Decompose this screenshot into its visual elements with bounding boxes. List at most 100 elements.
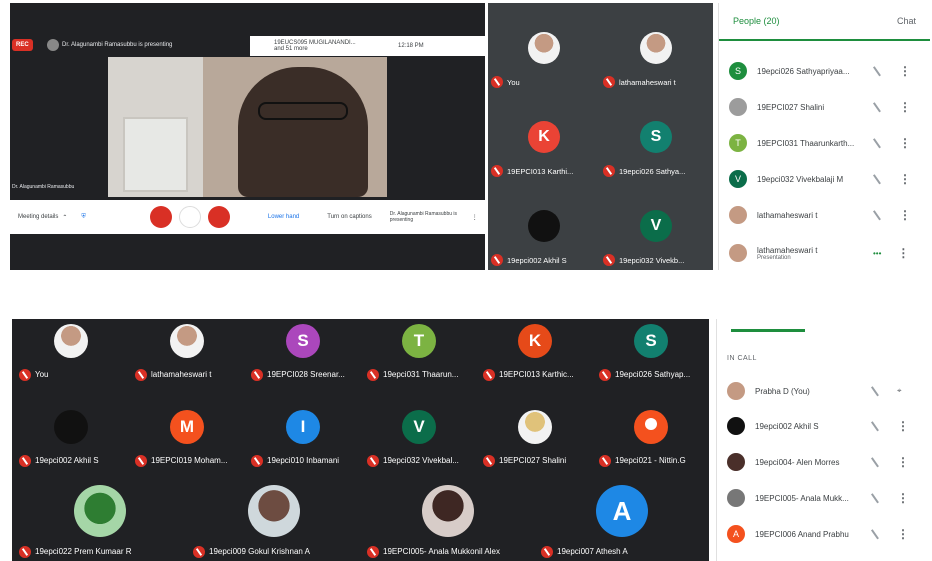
main-video [108, 57, 387, 197]
people-row[interactable]: T 19EPCI031 Thaarunkarth... ⋮ [729, 129, 925, 157]
top-status-panel: 19EUCS095 MUGILANANDI... and 51 more 12:… [250, 36, 485, 56]
camera-off-button[interactable] [207, 206, 230, 228]
participant-tile[interactable]: lathamaheswari t [600, 3, 712, 92]
avatar [727, 382, 745, 400]
people-row[interactable]: Prabha D (You) ⌖ [727, 377, 923, 405]
presenting-text: Dr. Alagunambi Ramasubbu is presenting [62, 42, 173, 48]
more-options-icon[interactable]: ⋮ [899, 208, 911, 222]
person-name: 19epci004- Alen Morres [755, 457, 840, 467]
more-options-icon[interactable]: ⋮ [899, 100, 911, 114]
people-row[interactable]: 19epci002 Akhil S ⋮ [727, 412, 923, 440]
person-name: 19EPCI031 Thaarunkarth... [757, 138, 855, 148]
top-meeting-screen: REC Dr. Alagunambi Ramasubbu is presenti… [10, 3, 485, 270]
avatar: T [729, 134, 747, 152]
participant-name: 19EPCI013 Karthic... [499, 370, 574, 379]
people-panel-top: People (20) Chat S 19epci026 Sathyapriya… [718, 3, 930, 270]
chevron-up-icon: ⌃ [62, 214, 68, 221]
person-name: 19EPCI005- Anala Mukk... [755, 493, 849, 503]
avatar: K [518, 324, 552, 358]
participant-name: 19epci009 Gokul Krishnan A [209, 547, 310, 556]
participant-tile[interactable]: K 19EPCI013 Karthi... [488, 92, 600, 181]
participant-name: lathamaheswari t [151, 370, 212, 379]
participant-tile[interactable]: lathamaheswari t [128, 319, 244, 389]
participant-tile[interactable]: S 19EPCI028 Sreenar... [244, 319, 360, 389]
people-tab-indicator [731, 329, 805, 332]
people-row[interactable]: lathamaheswari t ⋮ [729, 201, 925, 229]
presentation-indicator-icon: ••• [873, 248, 882, 258]
people-row[interactable]: lathamaheswari t Presentation ••• ⋮ [729, 236, 925, 270]
more-icon[interactable]: ⋮ [472, 214, 478, 221]
participant-tile[interactable]: 19epci009 Gokul Krishnan A [186, 477, 360, 561]
people-row[interactable]: 19epci004- Alen Morres ⋮ [727, 448, 923, 476]
avatar: K [528, 120, 560, 153]
more-options-icon[interactable]: ⋮ [897, 527, 909, 541]
lower-hand-button[interactable]: Lower hand [268, 214, 299, 220]
tab-people[interactable]: People (20) [733, 16, 780, 26]
bottom-black-area [10, 234, 485, 270]
participant-name: 19epci010 Inbamani [267, 456, 340, 465]
people-row[interactable]: V 19epci032 Vivekbalaji M ⋮ [729, 165, 925, 193]
avatar [729, 206, 747, 224]
captions-button[interactable]: Turn on captions [327, 214, 371, 220]
avatar: V [402, 410, 436, 444]
more-options-icon[interactable]: ⋮ [899, 172, 911, 186]
presentation-sub: Presentation [757, 254, 791, 261]
avatar [170, 324, 204, 358]
mic-off-icon [603, 254, 615, 266]
people-row[interactable]: 19EPCI005- Anala Mukk... ⋮ [727, 484, 923, 512]
presenter-video [238, 67, 368, 197]
participant-name: 19EPCI028 Sreenar... [267, 370, 345, 379]
mic-off-icon [491, 254, 503, 266]
mic-off-icon [19, 545, 31, 558]
leave-call-button[interactable] [178, 206, 201, 228]
avatar [248, 485, 300, 537]
participant-name: 19epci021 - Nittin.G [615, 456, 686, 465]
participant-tile[interactable]: 19epci002 Akhil S [488, 181, 600, 270]
participant-tile[interactable]: K 19EPCI013 Karthic... [476, 319, 592, 389]
more-options-icon[interactable]: ⋮ [897, 246, 909, 260]
participant-tile[interactable]: 19epci022 Prem Kumaar R [12, 477, 186, 561]
participant-tile[interactable]: S 19epci026 Sathya... [600, 92, 712, 181]
participant-tile[interactable]: V 19epci032 Vivekb... [600, 181, 712, 270]
participant-tile[interactable]: You [488, 3, 600, 92]
mic-off-icon [135, 368, 147, 381]
participant-tile[interactable]: A 19epci007 Athesh A [534, 477, 708, 561]
mic-off-icon [599, 368, 611, 381]
more-options-icon[interactable]: ⋮ [899, 136, 911, 150]
participant-tile[interactable]: T 19epci031 Thaarun... [360, 319, 476, 389]
mic-off-icon [367, 545, 379, 558]
participant-tile[interactable]: You [12, 319, 128, 389]
people-row[interactable]: 19EPCI027 Shalini ⋮ [729, 93, 925, 121]
more-options-icon[interactable]: ⋮ [897, 491, 909, 505]
avatar [528, 209, 560, 242]
participant-tile[interactable]: 19EPCI005- Anala Mukkonil Alex [360, 477, 534, 561]
meeting-details-button[interactable]: Meeting details [18, 214, 58, 220]
participant-tile[interactable]: I 19epci010 Inbamani [244, 405, 360, 475]
tab-chat[interactable]: Chat [897, 16, 916, 26]
present-now-button[interactable]: Dr. Alagunambi Ramasubbu is presenting [390, 211, 468, 223]
mic-off-button[interactable] [149, 206, 172, 228]
mic-off-icon [483, 454, 495, 467]
pin-icon[interactable]: ⌖ [897, 386, 902, 396]
participant-name: 19epci032 Vivekb... [619, 255, 685, 265]
avatar: I [286, 410, 320, 444]
more-options-icon[interactable]: ⋮ [897, 419, 909, 433]
presenter-name-label: Dr. Alagunambi Ramasubbu [12, 184, 75, 190]
participant-tile[interactable]: S 19epci026 Sathyap... [592, 319, 708, 389]
mic-off-icon [871, 137, 883, 149]
participant-tile[interactable]: 19epci021 - Nittin.G [592, 405, 708, 475]
participant-name: lathamaheswari t [619, 77, 676, 87]
participant-tile[interactable]: V 19epci032 Vivekbal... [360, 405, 476, 475]
people-row[interactable]: S 19epci026 Sathyapriyaa... ⋮ [729, 57, 925, 85]
avatar [727, 453, 745, 471]
background-window [123, 117, 188, 192]
participant-tile[interactable]: 19EPCI027 Shalini [476, 405, 592, 475]
mic-off-icon [491, 165, 503, 177]
mic-off-icon [367, 454, 379, 467]
more-options-icon[interactable]: ⋮ [899, 64, 911, 78]
participant-tile[interactable]: M 19EPCI019 Moham... [128, 405, 244, 475]
time-text: 12:18 PM [398, 43, 424, 49]
more-options-icon[interactable]: ⋮ [897, 455, 909, 469]
people-row[interactable]: A 19EPCI006 Anand Prabhu ⋮ [727, 520, 923, 548]
participant-tile[interactable]: 19epci002 Akhil S [12, 405, 128, 475]
